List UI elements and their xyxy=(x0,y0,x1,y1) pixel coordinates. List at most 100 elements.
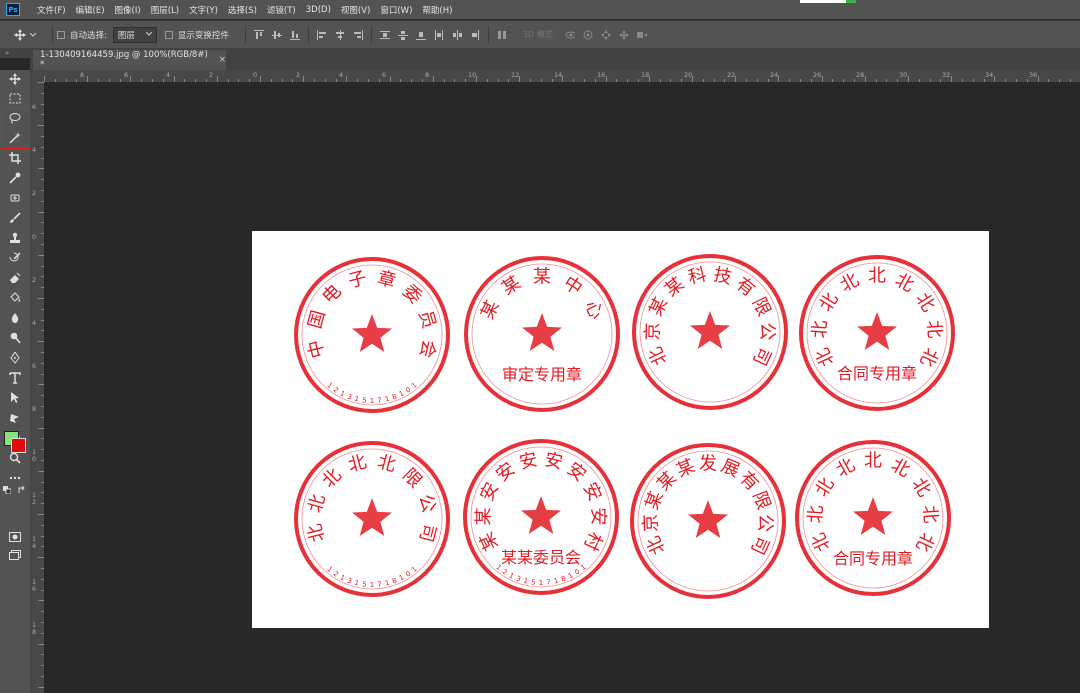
default-colors-icon[interactable] xyxy=(2,485,11,494)
seal-serial-char: 1 xyxy=(553,577,559,586)
seal-ring-char: 某 xyxy=(673,455,698,481)
3d-mode-label: 3D 模式: xyxy=(522,30,556,39)
menu-file[interactable]: 文件(F) xyxy=(32,4,71,16)
seal-ring-char: 限 xyxy=(398,465,426,493)
close-icon[interactable]: × xyxy=(219,55,226,65)
seal-ring-char: 北 xyxy=(868,266,886,287)
menu-filter[interactable]: 滤镜(T) xyxy=(262,4,301,16)
menu-layer[interactable]: 图层(L) xyxy=(146,4,184,16)
menu-window[interactable]: 窗口(W) xyxy=(375,4,417,16)
history-brush-icon[interactable] xyxy=(5,249,25,267)
menu-type[interactable]: 文字(Y) xyxy=(184,4,223,16)
align-left-icon[interactable] xyxy=(316,29,327,40)
align-bottom-icon[interactable] xyxy=(289,30,300,40)
seal-stamp: 北京某某某发展有限公司 xyxy=(630,443,786,599)
seal-ring-char: 公 xyxy=(414,492,439,515)
document-image[interactable]: 中国电子章委员会 1 2 1 3 1 5 1 7 1 8 1 0 1 某某某中心审定专用章北京某某科技有限公… xyxy=(252,231,989,628)
seal-ring-char: 安 xyxy=(492,458,519,486)
ruler-tick-label: 2 xyxy=(32,189,37,197)
distribute-vertical-center-icon[interactable] xyxy=(397,30,408,40)
brush-tool-icon[interactable] xyxy=(5,209,25,227)
distribute-top-icon[interactable] xyxy=(379,30,390,40)
menu-edit[interactable]: 编辑(E) xyxy=(71,4,110,16)
align-right-icon[interactable] xyxy=(353,29,363,40)
ruler-tick-label: 22 xyxy=(727,71,736,79)
quick-mask-icon[interactable] xyxy=(5,528,25,546)
seal-ring-char: 章 xyxy=(375,267,398,292)
pen-tool-icon[interactable] xyxy=(5,349,25,367)
3d-roll-icon[interactable] xyxy=(583,30,593,40)
paint-bucket-icon[interactable] xyxy=(5,289,25,307)
tool-preset-picker[interactable] xyxy=(14,28,48,41)
seal-serial-char: 5 xyxy=(362,580,367,588)
seal-ring-char: 北 xyxy=(808,529,835,554)
align-top-icon[interactable] xyxy=(253,29,264,40)
seal-ring-text: 中国电子 章委员会 xyxy=(304,267,439,360)
seal-ring-char: 某 xyxy=(661,273,688,301)
3d-orbit-icon[interactable] xyxy=(565,30,576,40)
dodge-tool-icon[interactable] xyxy=(5,329,25,347)
seal-serial-char: 1 xyxy=(523,577,529,586)
seal-ring-char: 员 xyxy=(414,308,439,331)
menu-image[interactable]: 图像(I) xyxy=(110,4,146,16)
ruler-vertical[interactable]: 6 4 2 0 2 4 6 8 1 0 1 2 1 4 1 6 1 8 xyxy=(30,82,45,693)
seal-serial-char: 1 xyxy=(354,395,360,404)
show-transform-label: 显示变换控件 xyxy=(177,30,229,41)
blur-tool-icon[interactable] xyxy=(5,309,25,327)
show-transform-checkbox[interactable] xyxy=(164,30,173,39)
seal-serial-char: 5 xyxy=(531,578,536,586)
seal-ring-char: 北 xyxy=(805,505,827,524)
ruler-origin[interactable] xyxy=(30,70,44,82)
seal-ring-char: 北 xyxy=(305,492,330,515)
auto-align-layers-icon[interactable] xyxy=(497,30,507,40)
distribute-right-icon[interactable] xyxy=(470,29,480,40)
custom-shape-icon[interactable] xyxy=(5,409,25,427)
separator xyxy=(370,25,372,44)
seal-serial-char: 3 xyxy=(346,392,353,401)
3d-pan-icon[interactable] xyxy=(601,29,612,40)
ruler-tick-label: 8 xyxy=(32,405,37,413)
seal-ring-char: 公 xyxy=(756,322,777,340)
seal-stamp: 北北北北北北北北北合同专用章 xyxy=(799,255,955,411)
auto-select-checkbox[interactable] xyxy=(57,30,65,39)
path-selection-icon[interactable] xyxy=(5,389,25,407)
ruler-tick-label: 1 4 xyxy=(32,535,37,550)
document-tab[interactable]: 1-130409164459.jpg @ 100%(RGB/8#) * × xyxy=(33,50,226,70)
3d-scale-icon[interactable] xyxy=(637,30,648,40)
auto-select-dropdown[interactable]: 图层 xyxy=(112,26,157,43)
eyedropper-icon[interactable] xyxy=(5,169,25,187)
clone-stamp-icon[interactable] xyxy=(5,229,25,247)
distribute-horizontal-center-icon[interactable] xyxy=(452,29,462,40)
seal-ring-char: 公 xyxy=(754,514,776,533)
healing-brush-icon[interactable] xyxy=(5,189,25,207)
seal-serial-char: 7 xyxy=(546,578,551,586)
seal-ring-char: 北 xyxy=(812,344,839,369)
distribute-left-icon[interactable] xyxy=(434,29,444,40)
screen-mode-icon[interactable] xyxy=(5,546,25,564)
panel-collapse-toggle[interactable]: » xyxy=(0,48,30,58)
crop-tool-icon[interactable] xyxy=(5,149,25,167)
swap-colors-icon[interactable] xyxy=(17,485,26,494)
rectangular-marquee-icon[interactable] xyxy=(5,89,25,107)
seal-ring-char: 安 xyxy=(587,507,608,525)
separator xyxy=(487,25,489,44)
background-color-swatch[interactable] xyxy=(11,438,26,453)
photoshop-logo[interactable]: Ps xyxy=(6,3,20,16)
seal-ring-char: 限 xyxy=(748,294,775,319)
separator xyxy=(52,25,53,44)
align-vertical-center-icon[interactable] xyxy=(271,30,282,40)
menu-3d[interactable]: 3D(D) xyxy=(301,5,336,15)
type-tool-icon[interactable] xyxy=(5,369,25,387)
eraser-icon[interactable] xyxy=(5,269,25,287)
menu-select[interactable]: 选择(S) xyxy=(223,4,262,16)
3d-slide-icon[interactable] xyxy=(619,29,630,40)
seal-ring-char: 村 xyxy=(579,528,606,553)
seal-ring-char: 北 xyxy=(643,532,670,557)
seal-serial-char: 8 xyxy=(391,392,398,401)
distribute-bottom-icon[interactable] xyxy=(415,30,426,40)
menu-view[interactable]: 视图(V) xyxy=(336,4,375,16)
align-horizontal-center-icon[interactable] xyxy=(335,29,345,40)
move-tool-icon[interactable] xyxy=(5,70,25,88)
ruler-tick-label: 30 xyxy=(899,71,908,79)
menu-help[interactable]: 帮助(H) xyxy=(417,4,457,16)
